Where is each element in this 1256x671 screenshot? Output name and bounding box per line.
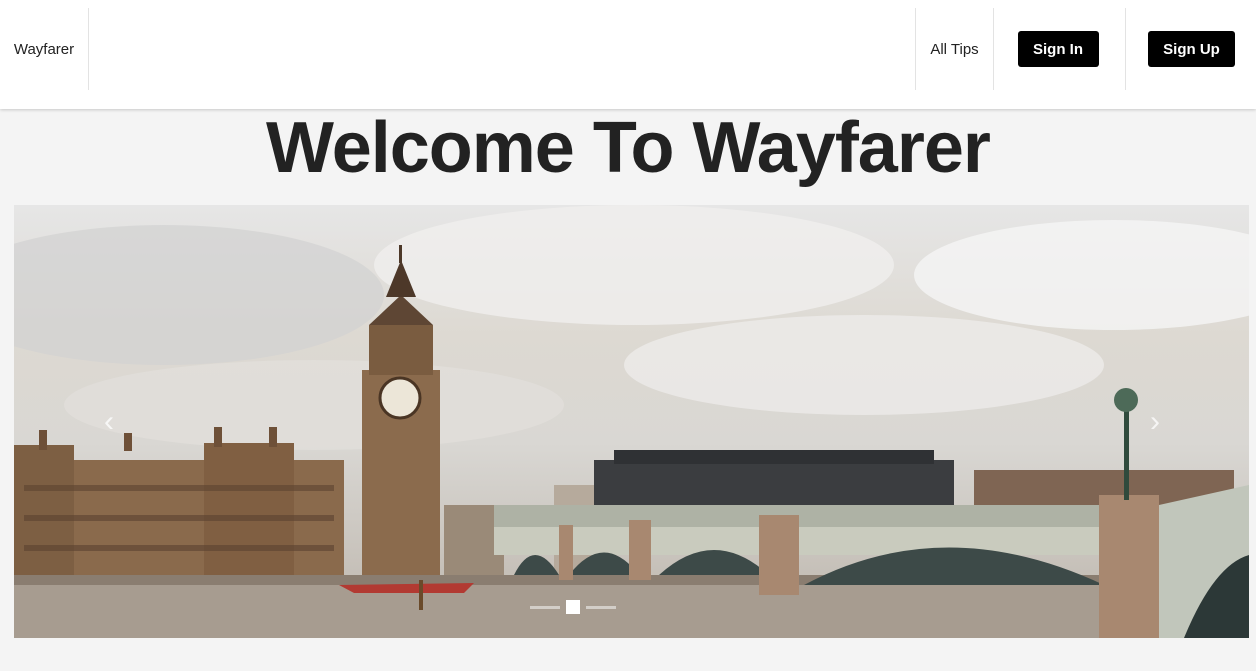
carousel-next-control[interactable]: › (1140, 405, 1170, 439)
brand-link[interactable]: Wayfarer (0, 8, 89, 90)
sign-in-container: Sign In (1005, 8, 1111, 90)
sign-up-container: Sign Up (1125, 8, 1256, 90)
sign-up-button[interactable]: Sign Up (1148, 31, 1235, 67)
chevron-right-icon: › (1150, 405, 1160, 438)
chevron-left-icon: ‹ (104, 405, 114, 438)
carousel-indicators (508, 597, 638, 617)
carousel-prev-control[interactable]: ‹ (94, 405, 124, 439)
carousel-slide-image (14, 205, 1249, 638)
top-navbar: Wayfarer All Tips Sign In Sign Up (0, 0, 1256, 109)
page-title: Welcome To Wayfarer (266, 108, 991, 188)
carousel-indicator[interactable] (530, 605, 560, 609)
sign-in-button[interactable]: Sign In (1017, 31, 1099, 67)
all-tips-link[interactable]: All Tips (915, 8, 994, 90)
carousel-indicator[interactable] (586, 605, 616, 609)
hero-carousel[interactable]: ‹ › (14, 205, 1249, 638)
carousel-indicator-active[interactable] (566, 600, 580, 614)
